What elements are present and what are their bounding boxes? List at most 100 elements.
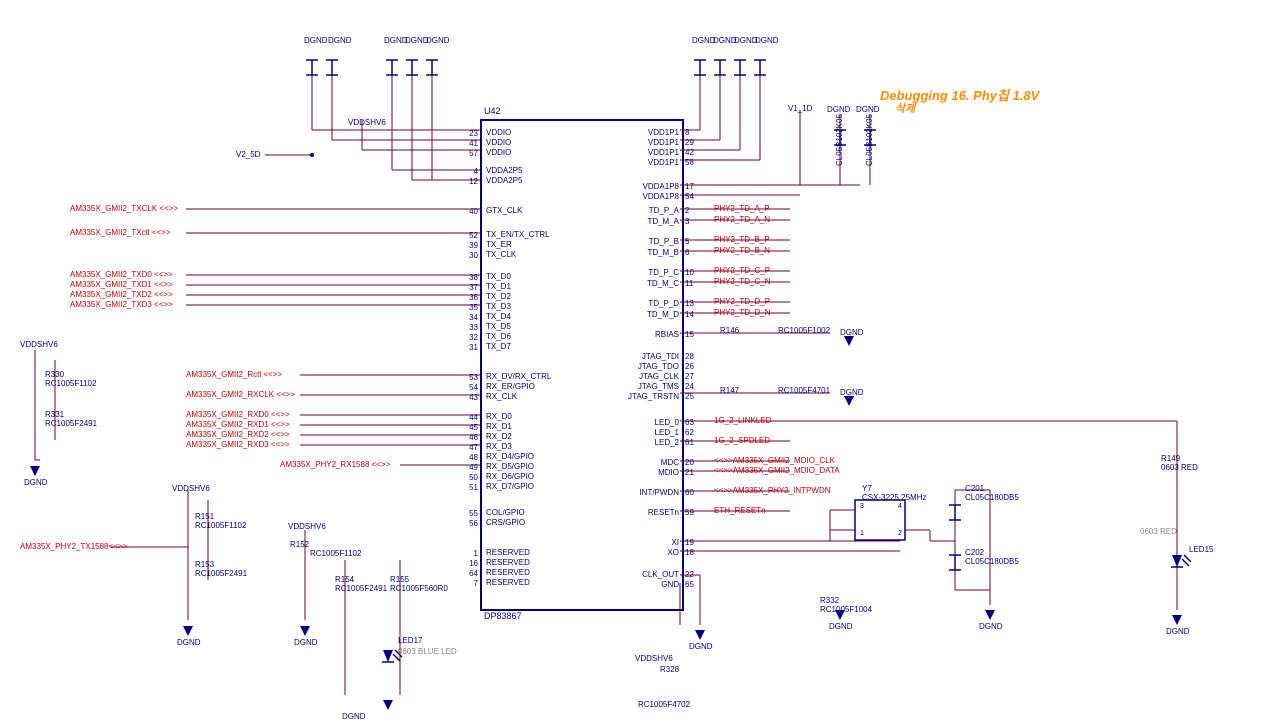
y7-p1: 1 (860, 530, 864, 537)
pin-left: 33 TX_D5 (456, 322, 478, 332)
r146: R146 (720, 326, 739, 335)
net: ETH_RESETn (714, 506, 766, 515)
port: AM335X_GMII2_TXD2 <<>> (70, 290, 173, 299)
r330: R330RC1005F1102 (45, 370, 96, 388)
port: AM335X_GMII2_RXD3 <<>> (186, 440, 290, 449)
r149: R1490603 RED (1161, 454, 1198, 472)
pin-left: 48 RX_D4/GPIO (456, 452, 478, 462)
pin-left: 36 TX_D2 (456, 292, 478, 302)
chip-refdes: U42 (484, 106, 501, 116)
rail-vddshv6-m2: VDDSHV6 (288, 522, 326, 531)
pin-left: 57 VDDIO (456, 148, 478, 158)
rail-vddshv6-top: VDDSHV6 (348, 118, 386, 127)
pin-left: 41 VDDIO (456, 138, 478, 148)
gnd-lbl: DGND (304, 36, 328, 45)
gnd-lbl: DGND (856, 105, 880, 114)
net: <<>>AM335X_GMII2_MDIO_DATA (714, 466, 840, 475)
pin-left: 43 RX_CLK (456, 392, 478, 402)
net: PHY2_TD_A_N (714, 215, 770, 224)
net: PHY2_TD_D_N (714, 308, 770, 317)
port: AM335X_GMII2_TXctl <<>> (70, 228, 171, 237)
net: <<>>AM335X_GMII2_MDIO_CLK (714, 456, 835, 465)
gnd-lbl: DGND (840, 328, 864, 337)
r331: R331RC1005F2491 (45, 410, 97, 428)
rail-v2-5d: V2_5D (236, 150, 260, 159)
pin-left: 47 RX_D3 (456, 442, 478, 452)
gnd-lbl: DGND (755, 36, 779, 45)
net: <<>>AM335X_PHY2_INTPWDN (714, 486, 831, 495)
gnd-lbl: DGND (979, 622, 1003, 631)
pin-left: 34 TX_D4 (456, 312, 478, 322)
pin-left: 35 TX_D3 (456, 302, 478, 312)
port: AM335X_GMII2_RXD1 <<>> (186, 420, 290, 429)
gnd-lbl: DGND (689, 642, 713, 651)
y7-p4: 4 (898, 503, 902, 510)
port: AM335X_GMII2_TXCLK <<>> (70, 204, 178, 213)
gnd-lbl: DGND (827, 105, 851, 114)
pin-left: 56 CRS/GPIO (456, 518, 478, 528)
pin-left: 1 RESERVED (456, 548, 478, 558)
pin-left: 44 RX_D0 (456, 412, 478, 422)
pin-left: 46 RX_D2 (456, 432, 478, 442)
pin-left: 4 VDDA2P5 (456, 166, 478, 176)
led15v: 0603 RED (1140, 527, 1177, 536)
port: AM335X_GMII2_RXCLK <<>> (186, 390, 295, 399)
pin-left: 31 TX_D7 (456, 342, 478, 352)
r328: R328 (660, 665, 679, 674)
gnd-lbl: DGND (829, 622, 853, 631)
port: AM335X_PHY2_RX1588 <<>> (280, 460, 390, 469)
c201: C201CL05C180DB5 (965, 484, 1019, 502)
rail-v1-1d: V1_1D (788, 104, 812, 113)
net: 1G_2_SPDLED (714, 436, 770, 445)
net: PHY2_TD_D_P (714, 297, 770, 306)
gnd-lbl: DGND (24, 478, 48, 487)
clb: CL05B102K05 (865, 114, 874, 166)
net: PHY2_TD_B_P (714, 235, 770, 244)
r152: R152RC1005F1102 (290, 540, 309, 549)
led17v: 0603 BLUE LED (398, 647, 457, 656)
r154: R154RC1005F2491 (335, 575, 387, 593)
rail-vddshv6-bot: VDDSHV6 (635, 654, 673, 663)
pin-left: 50 RX_D6/GPIO (456, 472, 478, 482)
chip-partname: DP83867 (484, 611, 522, 621)
r151: R151RC1005F1102 (195, 512, 246, 530)
gnd-lbl: DGND (342, 712, 366, 721)
pin-left: 52 TX_EN/TX_CTRL (456, 230, 478, 240)
port: AM335X_GMII2_Rctl <<>> (186, 370, 282, 379)
pin-left: 53 RX_DV/RX_CTRL (456, 372, 478, 382)
led17: LED17 (398, 636, 422, 645)
net: PHY2_TD_A_P (714, 204, 770, 213)
pin-left: 23 VDDIO (456, 128, 478, 138)
net: PHY2_TD_C_N (714, 277, 770, 286)
y7-p2: 2 (898, 530, 902, 537)
pin-left: 55 COL/GPIO (456, 508, 478, 518)
pin-left: 49 RX_D5/GPIO (456, 462, 478, 472)
pin-left: 64 RESERVED (456, 568, 478, 578)
net: 1G_2_LINKLED (714, 416, 771, 425)
r146v: RC1005F1002 (778, 326, 830, 335)
r153: R153RC1005F2491 (195, 560, 247, 578)
debug-annotation-2: 삭제 (895, 100, 915, 116)
y7-p3: 3 (860, 503, 864, 510)
r328v: RC1005F4702 (638, 700, 690, 709)
c202: C202CL05C180DB5 (965, 548, 1019, 566)
gnd-lbl: DGND (1166, 627, 1190, 636)
port: AM335X_PHY2_TX1588<<>> (20, 542, 127, 551)
r147: R147 (720, 386, 739, 395)
rail-vddshv6-m1: VDDSHV6 (172, 484, 210, 493)
gnd-lbl: DGND (328, 36, 352, 45)
gnd-lbl: DGND (426, 36, 450, 45)
pin-left: 54 RX_ER/GPIO (456, 382, 478, 392)
r147v: RC1005F4701 (778, 386, 830, 395)
net: PHY2_TD_C_P (714, 266, 770, 275)
gnd-lbl: DGND (840, 388, 864, 397)
pin-left: 45 RX_D1 (456, 422, 478, 432)
led15: LED15 (1189, 545, 1213, 554)
pin-left: 39 TX_ER (456, 240, 478, 250)
gnd-lbl: DGND (177, 638, 201, 647)
rail-vddshv6-l: VDDSHV6 (20, 340, 58, 349)
port: AM335X_GMII2_RXD2 <<>> (186, 430, 290, 439)
gnd-lbl: DGND (294, 638, 318, 647)
pin-left: 51 RX_D7/GPIO (456, 482, 478, 492)
pin-left: 16 RESERVED (456, 558, 478, 568)
